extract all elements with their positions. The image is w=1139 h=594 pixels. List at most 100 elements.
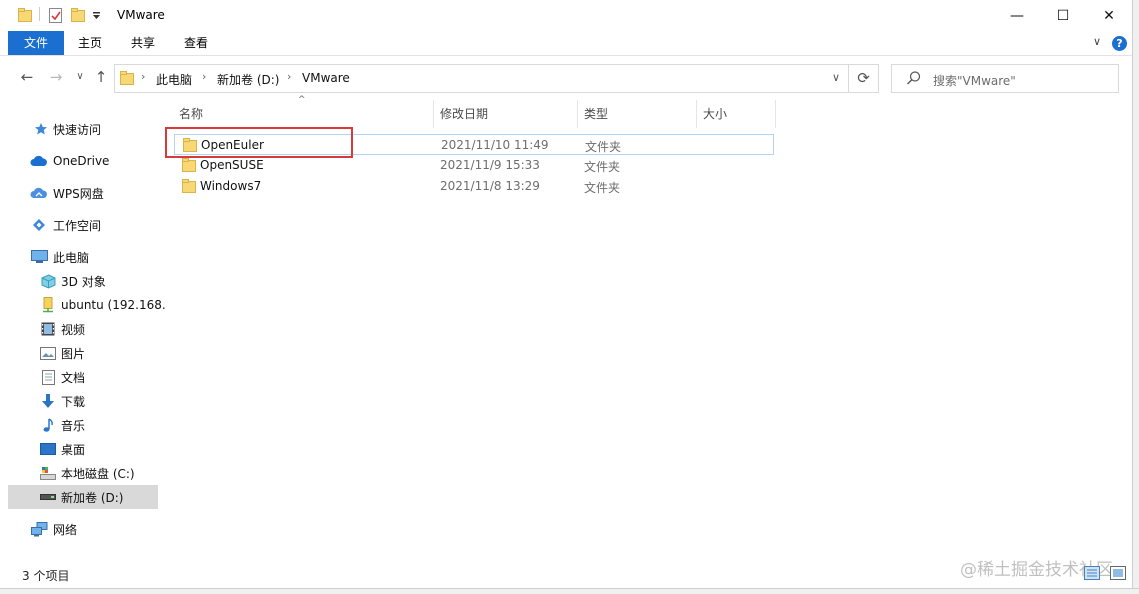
- sidebar-item-label: 视频: [61, 322, 86, 337]
- column-date-modified[interactable]: 修改日期: [434, 100, 577, 128]
- navigation-bar: ← → ∨ ↑ › 此电脑 › 新加卷 (D:) › VMware ∨ ⟳ 搜索…: [0, 62, 1133, 94]
- sidebar-item-network[interactable]: 网络: [8, 517, 158, 541]
- properties-icon[interactable]: [49, 8, 63, 26]
- file-date: 2021/11/9 15:33: [440, 158, 540, 172]
- address-bar[interactable]: › 此电脑 › 新加卷 (D:) › VMware ∨: [114, 64, 849, 93]
- title-bar: VMware — ☐ ✕: [0, 0, 1133, 31]
- search-icon: [906, 70, 922, 89]
- sidebar-item-new-volume-d[interactable]: 新加卷 (D:): [8, 485, 158, 509]
- sidebar-item-music[interactable]: 音乐: [8, 413, 158, 437]
- sidebar-item-label: ubuntu (192.168.: [61, 298, 166, 312]
- sidebar-item-label: 图片: [61, 346, 86, 361]
- breadcrumb-this-pc[interactable]: 此电脑: [156, 71, 192, 88]
- separator: [39, 7, 40, 21]
- file-name: OpenSUSE: [200, 158, 264, 172]
- sidebar-item-wps-drive[interactable]: WPS网盘: [8, 181, 158, 205]
- minimize-button[interactable]: —: [994, 0, 1040, 31]
- annotation-highlight-box: [165, 127, 353, 158]
- picture-icon: [39, 344, 57, 362]
- workspace-icon: [30, 216, 48, 234]
- sidebar-item-this-pc[interactable]: 此电脑: [8, 245, 158, 269]
- ribbon: 文件 主页 共享 查看 ∨: [0, 31, 1133, 56]
- sidebar-item-label: 文档: [61, 370, 86, 385]
- refresh-button[interactable]: ⟳: [849, 64, 879, 93]
- file-date: 2021/11/8 13:29: [440, 179, 540, 193]
- forward-button[interactable]: →: [46, 68, 66, 86]
- sidebar-item-label: 网络: [53, 522, 78, 537]
- breadcrumb-vmware[interactable]: VMware: [302, 71, 350, 85]
- breadcrumb-drive-d[interactable]: 新加卷 (D:): [217, 71, 279, 88]
- download-icon: [39, 392, 57, 410]
- desktop-icon: [39, 440, 57, 458]
- help-icon[interactable]: ?: [1112, 36, 1127, 51]
- column-type[interactable]: 类型: [578, 100, 696, 128]
- window-title: VMware: [117, 8, 165, 22]
- sidebar-item-onedrive[interactable]: OneDrive: [8, 149, 158, 173]
- window-frame: [1132, 0, 1139, 594]
- computer-icon: [30, 248, 48, 266]
- new-folder-icon[interactable]: [71, 8, 85, 25]
- sidebar-item-label: 下载: [61, 394, 86, 409]
- sidebar-item-documents[interactable]: 文档: [8, 365, 158, 389]
- up-button[interactable]: ↑: [91, 68, 111, 86]
- file-type: 文件夹: [584, 181, 621, 195]
- sidebar-item-label: 音乐: [61, 418, 86, 433]
- column-header: 名称 修改日期 类型 大小: [160, 100, 780, 128]
- large-icons-view-icon[interactable]: [1109, 566, 1126, 583]
- window-frame: [0, 588, 1139, 594]
- sidebar-item-label: WPS网盘: [53, 186, 104, 201]
- sidebar-item-quick-access[interactable]: 快速访问: [8, 117, 158, 141]
- customize-toolbar-icon[interactable]: [92, 10, 101, 24]
- search-input[interactable]: 搜索"VMware": [891, 64, 1119, 93]
- column-divider[interactable]: [775, 100, 776, 128]
- sidebar-item-ubuntu-share[interactable]: ubuntu (192.168.: [8, 293, 166, 317]
- file-type: 文件夹: [584, 160, 621, 174]
- sidebar-item-3d-objects[interactable]: 3D 对象: [8, 269, 158, 293]
- music-icon: [39, 416, 57, 434]
- breadcrumb-separator: ›: [141, 70, 146, 83]
- breadcrumb-separator: ›: [287, 70, 292, 83]
- tab-view[interactable]: 查看: [174, 31, 218, 55]
- view-toggle: [1084, 566, 1126, 583]
- maximize-button[interactable]: ☐: [1040, 0, 1086, 31]
- sidebar-item-label: 工作空间: [53, 218, 102, 233]
- sidebar-item-label: 桌面: [61, 442, 86, 457]
- file-date: 2021/11/10 11:49: [441, 138, 549, 152]
- sidebar-item-label: 快速访问: [53, 122, 102, 137]
- file-type: 文件夹: [585, 140, 622, 154]
- network-drive-icon: [39, 296, 57, 314]
- sidebar-item-local-disk-c[interactable]: 本地磁盘 (C:): [8, 461, 158, 485]
- sidebar-item-label: 本地磁盘 (C:): [61, 466, 135, 481]
- folder-icon: [182, 179, 196, 196]
- video-icon: [39, 320, 57, 338]
- sidebar-item-label: OneDrive: [53, 154, 110, 168]
- disk-icon: [39, 464, 57, 482]
- tab-file[interactable]: 文件: [8, 31, 64, 55]
- tab-home[interactable]: 主页: [68, 31, 112, 55]
- back-button[interactable]: ←: [17, 68, 37, 86]
- address-dropdown-button[interactable]: ∨: [832, 71, 840, 84]
- column-size[interactable]: 大小: [697, 100, 775, 128]
- file-name: Windows7: [200, 179, 262, 193]
- list-item[interactable]: Windows7 2021/11/8 13:29 文件夹: [174, 176, 774, 197]
- column-name[interactable]: 名称: [173, 100, 433, 128]
- recent-locations-button[interactable]: ∨: [70, 71, 90, 82]
- sidebar-item-desktop[interactable]: 桌面: [8, 437, 158, 461]
- search-placeholder: 搜索"VMware": [933, 74, 1016, 88]
- tab-share[interactable]: 共享: [120, 31, 166, 55]
- document-icon: [39, 368, 57, 386]
- close-button[interactable]: ✕: [1086, 0, 1132, 31]
- breadcrumb-separator: ›: [202, 70, 207, 83]
- sidebar-item-downloads[interactable]: 下载: [8, 389, 158, 413]
- details-view-icon[interactable]: [1084, 566, 1100, 583]
- star-icon: [32, 120, 50, 138]
- ribbon-expand-icon[interactable]: ∨: [1093, 35, 1101, 48]
- sidebar-item-videos[interactable]: 视频: [8, 317, 158, 341]
- sidebar-item-workspace[interactable]: 工作空间: [8, 213, 158, 237]
- folder-icon: [120, 71, 134, 88]
- list-item[interactable]: OpenSUSE 2021/11/9 15:33 文件夹: [174, 155, 774, 176]
- sidebar-item-label: 3D 对象: [61, 274, 106, 289]
- sidebar-item-label: 新加卷 (D:): [61, 490, 124, 505]
- sidebar-item-label: 此电脑: [53, 250, 90, 265]
- sidebar-item-pictures[interactable]: 图片: [8, 341, 158, 365]
